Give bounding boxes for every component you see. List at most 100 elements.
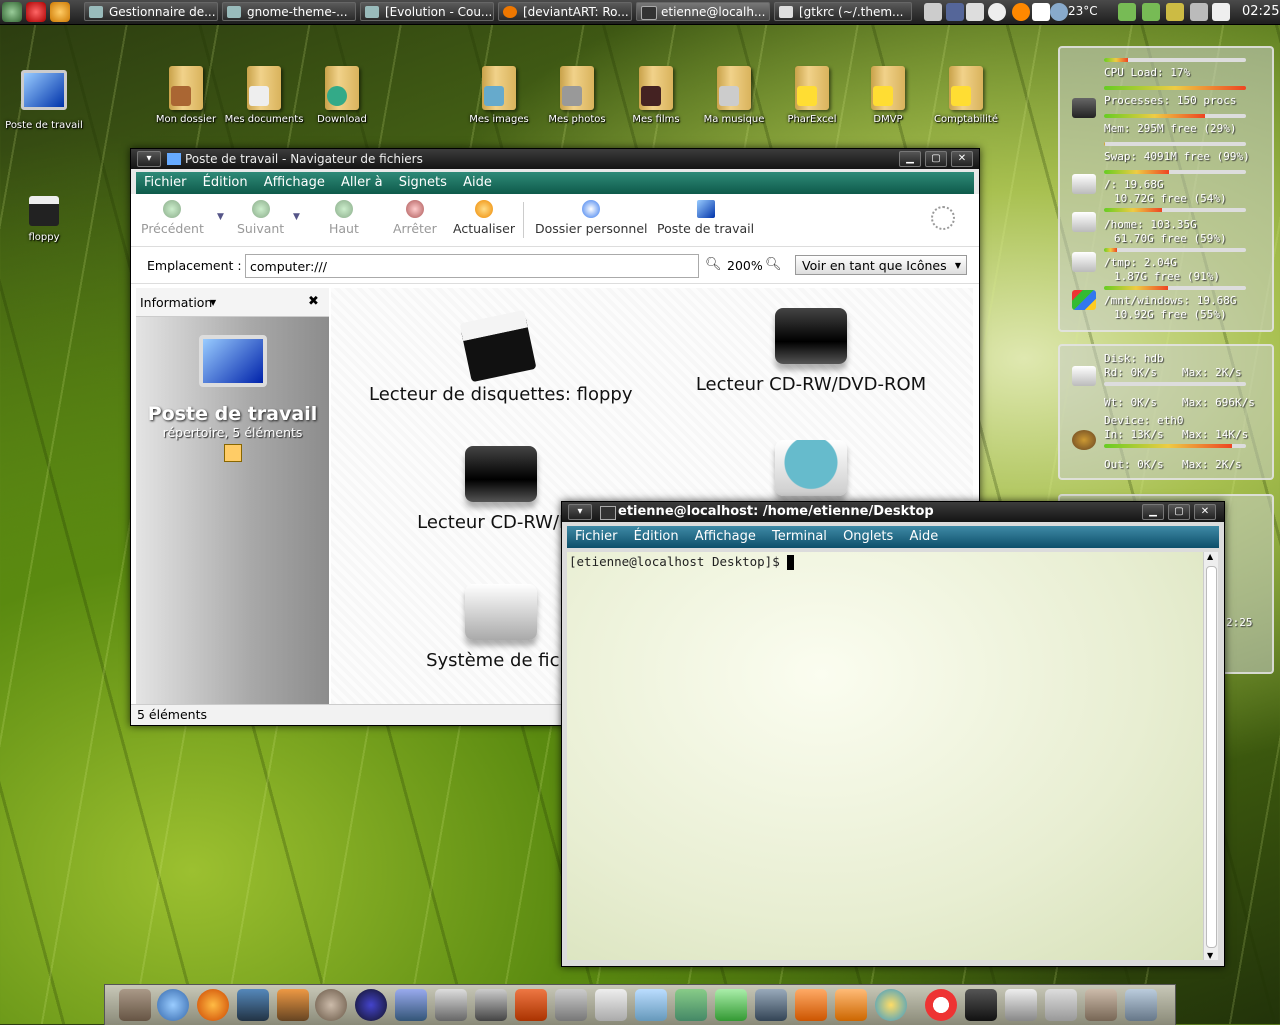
sidebar-mode-select[interactable]: Information: [140, 295, 212, 310]
menu-aide[interactable]: Aide: [909, 529, 938, 544]
reload-button[interactable]: Actualiser: [453, 200, 515, 236]
maximize-button[interactable]: ▢: [925, 151, 947, 167]
maximize-button[interactable]: ▢: [1168, 504, 1190, 520]
desktop-icon-floppy[interactable]: floppy: [2, 196, 86, 243]
device-cdrw-1[interactable]: Lecteur CD-RW/DVD-ROM: [691, 308, 931, 395]
taskbar-item[interactable]: [gtkrc (~/.them...: [774, 2, 912, 21]
power-icon[interactable]: [26, 2, 46, 22]
browser-icon[interactable]: [157, 989, 189, 1021]
desktop-icon-photos[interactable]: Mes photos: [535, 66, 619, 125]
menu-aller[interactable]: Aller à: [341, 175, 383, 190]
file-cabinet-icon[interactable]: [119, 989, 151, 1021]
scrollbar-thumb[interactable]: [1206, 566, 1217, 948]
power-manager-icon[interactable]: [1212, 3, 1230, 21]
ink-icon[interactable]: [355, 989, 387, 1021]
scroll-down-icon[interactable]: ▼: [1207, 951, 1213, 960]
desktop-icon-computer[interactable]: Poste de travail: [2, 70, 86, 131]
notes-icon[interactable]: [635, 989, 667, 1021]
computer-button[interactable]: Poste de travail: [657, 200, 754, 236]
menu-edition[interactable]: Édition: [203, 175, 248, 190]
finance-icon[interactable]: [875, 989, 907, 1021]
lock-icon[interactable]: [555, 989, 587, 1021]
view-mode-select[interactable]: Voir en tant que Icônes ▼: [795, 255, 967, 275]
menu-signets[interactable]: Signets: [399, 175, 447, 190]
stop-button[interactable]: Arrêter: [393, 200, 437, 236]
window-menu-button[interactable]: ▾: [137, 151, 161, 167]
scroll-up-icon[interactable]: ▲: [1207, 552, 1213, 561]
clock[interactable]: 02:25: [1242, 4, 1279, 19]
menu-fichier[interactable]: Fichier: [575, 529, 618, 544]
trash-full-icon[interactable]: [1085, 989, 1117, 1021]
desktop-icon-home[interactable]: Mon dossier: [144, 66, 228, 125]
media-icon[interactable]: [475, 989, 507, 1021]
database-icon[interactable]: [835, 989, 867, 1021]
satellite-icon[interactable]: [966, 3, 984, 21]
window-menu-button[interactable]: ▾: [568, 504, 592, 520]
terminal-scrollbar[interactable]: ▲ ▼: [1203, 552, 1218, 960]
taskbar-item[interactable]: etienne@localh...: [636, 2, 770, 21]
desktop-icon-dmvp[interactable]: DMVP: [846, 66, 930, 125]
desktop-icon-comptabilite[interactable]: Comptabilité: [924, 66, 1008, 125]
up-button[interactable]: Haut: [329, 200, 359, 236]
help-lifebuoy-icon[interactable]: [925, 989, 957, 1021]
calculator-icon[interactable]: [595, 989, 627, 1021]
volume-icon[interactable]: [1190, 3, 1208, 21]
photos-icon[interactable]: [237, 989, 269, 1021]
file-manager-titlebar[interactable]: ▾ Poste de travail - Navigateur de fichi…: [131, 149, 979, 169]
firefox-icon[interactable]: [197, 989, 229, 1021]
settings-icon[interactable]: [1045, 989, 1077, 1021]
zoom-out-icon[interactable]: 🔍︎: [705, 257, 722, 272]
menu-affichage[interactable]: Affichage: [695, 529, 756, 544]
battery-icon[interactable]: [1166, 3, 1184, 21]
desktop-icon-music[interactable]: Ma musique: [692, 66, 776, 125]
zoom-in-icon[interactable]: 🔍︎: [765, 257, 782, 272]
taskbar-item[interactable]: [deviantART: Ro...: [498, 2, 632, 21]
minimize-button[interactable]: ▁: [1142, 504, 1164, 520]
close-button[interactable]: ✕: [1194, 504, 1216, 520]
taskbar-item[interactable]: gnome-theme-...: [222, 2, 356, 21]
bmp-icon[interactable]: [515, 989, 547, 1021]
minimize-button[interactable]: ▁: [899, 151, 921, 167]
forward-dropdown-icon[interactable]: ▼: [293, 212, 300, 222]
main-menu-icon[interactable]: [2, 2, 22, 22]
lock-icon[interactable]: [50, 2, 70, 22]
desktop-icon-download[interactable]: Download: [300, 66, 384, 125]
help-icon[interactable]: [1012, 3, 1030, 21]
map-icon[interactable]: [675, 989, 707, 1021]
menu-affichage[interactable]: Affichage: [264, 175, 325, 190]
chevron-down-icon[interactable]: ▼: [210, 298, 216, 307]
taskbar-item[interactable]: [Evolution - Cou...: [360, 2, 494, 21]
taskbar-item[interactable]: Gestionnaire de...: [84, 2, 218, 21]
forward-button[interactable]: Suivant: [237, 200, 284, 236]
book-icon[interactable]: [755, 989, 787, 1021]
image-viewer-icon[interactable]: [277, 989, 309, 1021]
device-network[interactable]: [761, 440, 861, 506]
back-dropdown-icon[interactable]: ▼: [217, 212, 224, 222]
close-icon[interactable]: [988, 3, 1006, 21]
play-icon[interactable]: [1032, 3, 1050, 21]
gimp-icon[interactable]: [315, 989, 347, 1021]
trash-icon[interactable]: [1125, 989, 1157, 1021]
menu-edition[interactable]: Édition: [634, 529, 679, 544]
desktop-icon-images[interactable]: Mes images: [457, 66, 541, 125]
music-note-icon[interactable]: [924, 3, 942, 21]
back-button[interactable]: Précédent: [141, 200, 204, 236]
menu-onglets[interactable]: Onglets: [843, 529, 893, 544]
desktop-icon-films[interactable]: Mes films: [614, 66, 698, 125]
desktop-icon-pharexcel[interactable]: PharExcel: [770, 66, 854, 125]
weather-icon[interactable]: [1050, 3, 1068, 21]
close-button[interactable]: ✕: [951, 151, 973, 167]
menu-aide[interactable]: Aide: [463, 175, 492, 190]
terminal-screen[interactable]: [etienne@localhost Desktop]$: [567, 552, 1203, 960]
device-floppy[interactable]: Lecteur de disquettes: floppy: [369, 309, 633, 405]
projector-icon[interactable]: [435, 989, 467, 1021]
presentation-icon[interactable]: [795, 989, 827, 1021]
menu-fichier[interactable]: Fichier: [144, 175, 187, 190]
sidebar-close-icon[interactable]: ✖: [308, 294, 319, 309]
desktop-icon-documents[interactable]: Mes documents: [222, 66, 306, 125]
home-button[interactable]: Dossier personnel: [535, 200, 648, 236]
monitor-icon[interactable]: [965, 989, 997, 1021]
archive-icon[interactable]: [395, 989, 427, 1021]
spreadsheet-icon[interactable]: [715, 989, 747, 1021]
location-input[interactable]: [245, 254, 699, 278]
